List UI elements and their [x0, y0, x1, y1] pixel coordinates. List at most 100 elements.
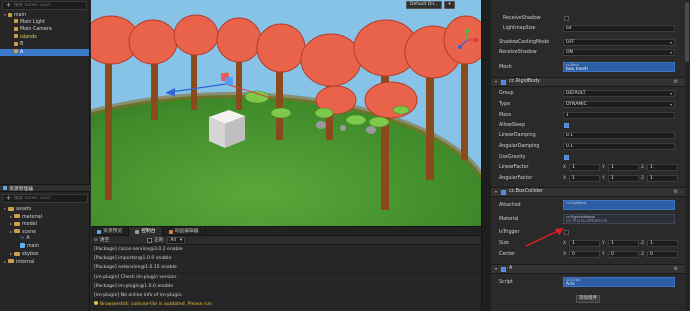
receive-shadow-mode-select[interactable]: ON ▾: [563, 49, 675, 56]
lightmap-size-label: LightmapSize: [503, 26, 536, 31]
scene-viewport[interactable]: [91, 0, 481, 226]
collapse-icon[interactable]: ▾: [495, 78, 497, 86]
linear-factor-x[interactable]: 1: [569, 164, 600, 171]
linear-factor-z[interactable]: 1: [647, 164, 678, 171]
is-trigger-label: IsTrigger: [499, 230, 520, 235]
asset-item[interactable]: TS A: [0, 235, 90, 243]
size-z[interactable]: 1: [647, 240, 678, 247]
scene-render: [91, 14, 481, 226]
hierarchy-node[interactable]: ▾ main: [0, 11, 89, 19]
group-row: Group DEFAULT ▾: [491, 89, 681, 98]
panel-divider[interactable]: [481, 0, 491, 311]
add-component-button[interactable]: 添加组件: [576, 295, 600, 303]
angular-factor-x[interactable]: 1: [569, 175, 600, 182]
linear-factor-vector: X1 Y1 Z1: [563, 164, 678, 171]
angular-factor-z[interactable]: 1: [647, 175, 678, 182]
asset-item[interactable]: ▸ material: [0, 213, 90, 221]
center-label: Center: [499, 252, 516, 257]
boxcollider-enable-checkbox[interactable]: [501, 190, 506, 195]
hierarchy-node[interactable]: Main Camera: [0, 26, 89, 34]
tab-animation-editor[interactable]: 动画编辑器: [163, 227, 206, 236]
rigidbody-title: cc.RigidBody: [509, 79, 540, 84]
center-y[interactable]: 0: [608, 251, 639, 258]
assets-search[interactable]: +: [2, 194, 88, 203]
attached-field[interactable]: cc.RigidBody: [563, 200, 675, 210]
rigidbody-header[interactable]: ▾ cc.RigidBody ⚙: [491, 77, 686, 87]
asset-item[interactable]: ▸ model: [0, 220, 90, 228]
chevron-down-icon: ▾: [179, 237, 183, 243]
center-x[interactable]: 0: [569, 251, 600, 258]
clear-icon: ⊘: [94, 237, 98, 243]
tab-asset-preview[interactable]: 资源预览: [91, 227, 130, 236]
assets-tree: ▸ assets ▸ material ▸ model ▸ scene TS Amain ▸ skyb…: [0, 205, 90, 265]
type-select[interactable]: DYNAMIC ▾: [563, 101, 675, 108]
angular-factor-y[interactable]: 1: [608, 175, 639, 182]
hierarchy-search[interactable]: +: [2, 1, 87, 10]
script-field[interactable]: cc.Script A.ts: [563, 277, 675, 287]
orientation-gizmo[interactable]: [456, 29, 478, 51]
log-entry[interactable]: [Package] cocos-service@3.0.2 enable: [91, 245, 481, 255]
mesh-value: box.mesh: [566, 66, 588, 72]
asset-item[interactable]: ▸ internal: [0, 258, 90, 266]
viewport-settings-button[interactable]: ▾: [444, 1, 455, 9]
angular-damping-field[interactable]: 0.1: [563, 143, 675, 150]
assets-search-input[interactable]: [14, 196, 74, 201]
regex-checkbox[interactable]: [147, 237, 153, 243]
log-entry[interactable]: [Package] extension@1.0.15 enable: [91, 263, 481, 273]
script-component-header[interactable]: ▾ A ⚙: [491, 264, 686, 274]
group-select[interactable]: DEFAULT ▾: [563, 90, 675, 97]
add-asset-button[interactable]: +: [5, 195, 12, 202]
hierarchy-search-input[interactable]: [14, 3, 74, 8]
asset-item[interactable]: ▸ assets: [0, 205, 90, 213]
collapse-icon[interactable]: ▾: [495, 265, 497, 273]
log-level-value: All: [170, 237, 176, 243]
center-z[interactable]: 0: [647, 251, 678, 258]
lightmap-size-field[interactable]: 64: [563, 25, 675, 32]
log-entry[interactable]: [im-plugin] Check im-plugin version.: [91, 273, 481, 282]
scrollbar-thumb[interactable]: [685, 2, 689, 62]
angular-factor-label: AngularFactor: [499, 176, 533, 181]
shadow-casting-select[interactable]: OFF ▾: [563, 39, 675, 46]
mass-field[interactable]: 1: [563, 112, 675, 119]
gear-icon[interactable]: ⚙: [674, 265, 678, 273]
clear-label: 清空: [99, 238, 110, 243]
material-field[interactable]: cc.PhysicsMaterial cc.PhysicsMaterial: [563, 214, 675, 224]
clear-button[interactable]: ⊘ 清空: [94, 237, 110, 244]
node-icon: [14, 41, 18, 46]
log-entry[interactable]: Browserslist: caniuse-lite is outdated. …: [91, 300, 481, 310]
size-y[interactable]: 1: [608, 240, 639, 247]
hierarchy-node[interactable]: A: [0, 48, 89, 56]
asset-item[interactable]: ▸ scene: [0, 228, 90, 236]
shading-mode-select[interactable]: Default Dir...: [406, 1, 443, 9]
asset-item[interactable]: ▸ skybox: [0, 250, 90, 258]
hierarchy-node[interactable]: islands: [0, 34, 89, 42]
console-log-list[interactable]: [Package] cocos-service@3.0.2 enable [Pac…: [91, 245, 481, 310]
log-entry[interactable]: [im-plugin] No online info of im-plugin.: [91, 291, 481, 301]
animation-icon: [168, 229, 173, 234]
allow-sleep-checkbox[interactable]: [564, 123, 569, 128]
gear-icon[interactable]: ⚙: [674, 188, 678, 196]
collapse-icon[interactable]: ▾: [495, 188, 497, 196]
hierarchy-node[interactable]: Main Light: [0, 19, 89, 27]
log-level-select[interactable]: All ▾: [167, 236, 186, 244]
boxcollider-header[interactable]: ▾ cc.BoxCollider ⚙: [491, 187, 686, 197]
asset-item[interactable]: main: [0, 242, 90, 251]
inspector-scrollbar[interactable]: [685, 0, 689, 311]
log-entry[interactable]: [Package] im-plugin@1.0.0 enable: [91, 282, 481, 291]
type-value: DYNAMIC: [566, 102, 587, 107]
script-enable-checkbox[interactable]: [501, 267, 506, 272]
use-gravity-checkbox[interactable]: [564, 155, 569, 160]
chevron-down-icon: ▾: [669, 102, 672, 107]
regex-toggle[interactable]: 正则: [147, 237, 163, 243]
receive-shadow-checkbox[interactable]: [564, 16, 569, 21]
add-node-button[interactable]: +: [5, 2, 12, 9]
tab-console[interactable]: 控制台: [129, 227, 163, 236]
size-x[interactable]: 1: [569, 240, 600, 247]
linear-factor-y[interactable]: 1: [608, 164, 639, 171]
log-entry[interactable]: [Package] importer@1.0.0 enable: [91, 254, 481, 264]
hierarchy-node[interactable]: B: [0, 41, 89, 49]
linear-damping-field[interactable]: 0.1: [563, 132, 675, 139]
mesh-field[interactable]: cc.Mesh box.mesh: [563, 62, 675, 72]
gear-icon[interactable]: ⚙: [674, 78, 678, 86]
rigidbody-enable-checkbox[interactable]: [501, 80, 506, 85]
